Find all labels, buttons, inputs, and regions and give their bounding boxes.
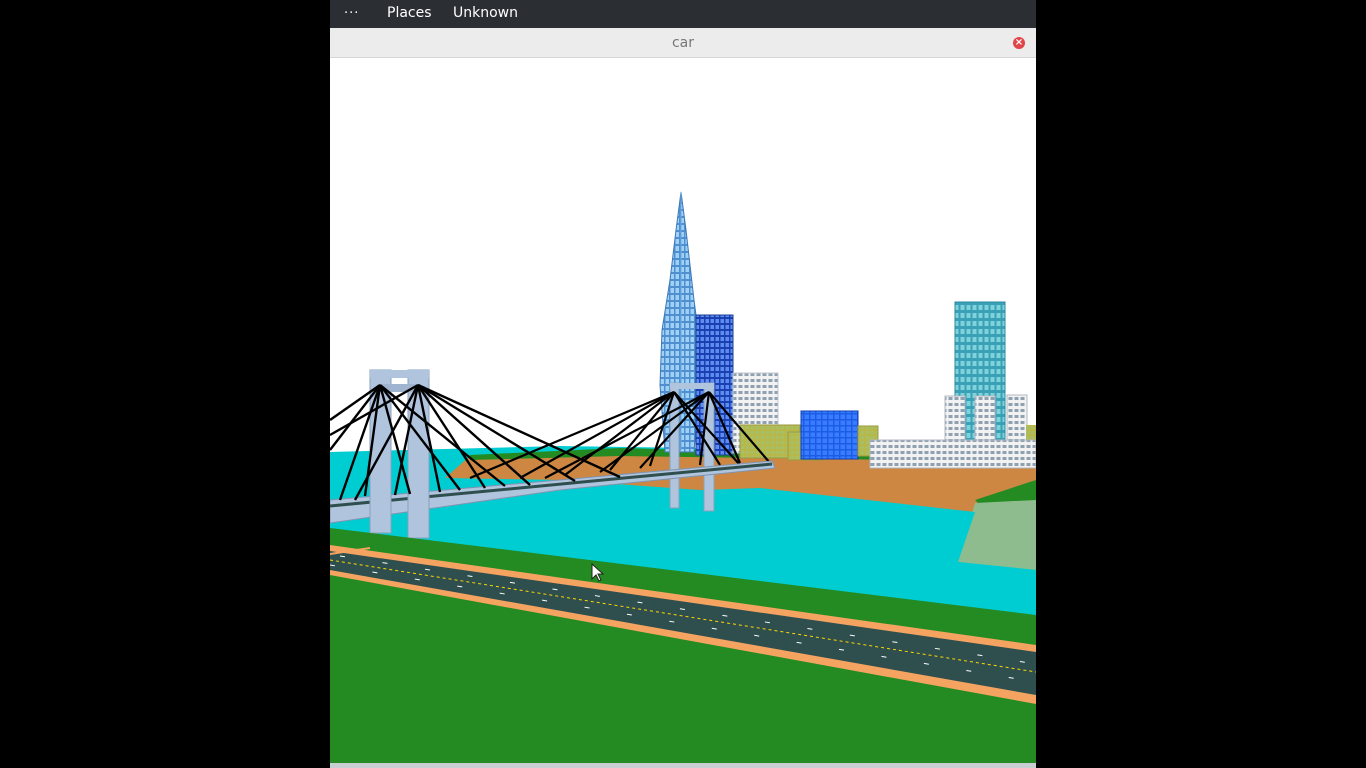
activities-menu[interactable]: ··· bbox=[344, 0, 359, 28]
window-title: car bbox=[671, 35, 695, 51]
white-tower-mid bbox=[974, 395, 996, 445]
3d-scene-viewport[interactable] bbox=[330, 58, 1036, 768]
bottom-edge bbox=[330, 763, 1036, 768]
places-menu[interactable]: Places bbox=[387, 0, 432, 28]
close-icon[interactable]: × bbox=[1013, 37, 1025, 49]
bright-blue-block bbox=[800, 410, 859, 460]
window-titlebar[interactable]: car × bbox=[330, 28, 1036, 58]
low-white-complex bbox=[869, 439, 1036, 469]
white-tower-left bbox=[944, 395, 966, 445]
top-panel: ··· Places Unknown bbox=[330, 0, 1036, 28]
app-window: car × bbox=[330, 28, 1036, 768]
white-tower-right bbox=[1006, 394, 1028, 446]
app-menu[interactable]: Unknown bbox=[453, 0, 518, 28]
